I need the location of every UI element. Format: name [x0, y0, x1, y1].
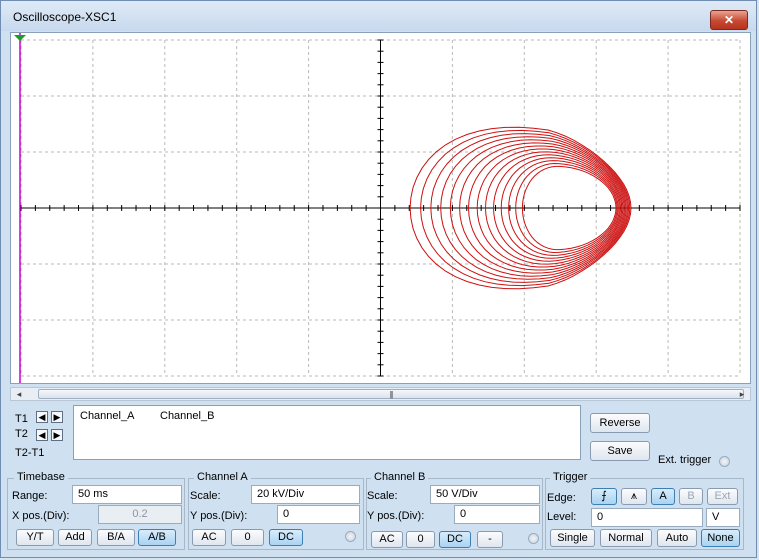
scroll-right-icon[interactable]: ▸: [735, 388, 749, 400]
mode-ba-button[interactable]: B/A: [97, 529, 135, 546]
trigger-none-button[interactable]: None: [701, 529, 740, 547]
scope-plot: [14, 33, 741, 383]
channel-a-ypos-label: Y pos.(Div):: [190, 510, 248, 522]
mode-add-button[interactable]: Add: [58, 529, 92, 546]
mode-yt-button[interactable]: Y/T: [16, 529, 54, 546]
channel-b-ac-button[interactable]: AC: [371, 531, 403, 548]
range-label: Range:: [12, 490, 48, 502]
grip-icon: |||: [389, 390, 393, 399]
cursor-controls: T1 ◀ ▶ T2 ◀ ▶ T2-T1: [10, 403, 70, 463]
scroll-thumb[interactable]: |||: [38, 389, 744, 399]
channel-a-title: Channel A: [194, 471, 251, 483]
level-field[interactable]: 0: [591, 508, 703, 527]
channel-a-ac-button[interactable]: AC: [192, 529, 226, 546]
level-label: Level:: [547, 511, 577, 523]
trigger-auto-button[interactable]: Auto: [657, 529, 697, 547]
horizontal-scrollbar[interactable]: ◂ ||| ▸: [10, 387, 751, 401]
channel-a-scale-label: Scale:: [190, 490, 221, 502]
edge-rising-icon[interactable]: ⨍: [591, 488, 617, 505]
mode-ab-button[interactable]: A/B: [138, 529, 176, 546]
channel-a-radio[interactable]: [345, 531, 356, 542]
cursor-t2-label: T2: [15, 428, 28, 440]
channel-b-dc-button[interactable]: DC: [439, 531, 471, 548]
reverse-button[interactable]: Reverse: [590, 413, 650, 433]
xpos-field[interactable]: 0.2: [98, 505, 182, 524]
trigger-single-button[interactable]: Single: [550, 529, 595, 547]
cursor-t1-label: T1: [15, 413, 28, 425]
channel-a-ypos-field[interactable]: 0: [277, 505, 360, 524]
trigger-normal-button[interactable]: Normal: [600, 529, 652, 547]
channel-b-radio[interactable]: [528, 533, 539, 544]
xpos-label: X pos.(Div):: [12, 510, 70, 522]
save-button[interactable]: Save: [590, 441, 650, 461]
cursor-t2t1-label: T2-T1: [15, 447, 45, 459]
trigger-marker-icon: [14, 35, 26, 41]
trigger-source-a-button[interactable]: A: [651, 488, 675, 505]
timebase-title: Timebase: [14, 471, 68, 483]
scope-display: [10, 32, 751, 384]
channel-a-scale-field[interactable]: 20 kV/Div: [251, 485, 360, 504]
readout-channel-a: Channel_A: [80, 410, 135, 422]
channel-b-ypos-field[interactable]: 0: [454, 505, 540, 524]
scroll-left-icon[interactable]: ◂: [12, 388, 26, 400]
title-bar[interactable]: Oscilloscope-XSC1 ✕: [1, 1, 756, 31]
measurement-readout: Channel_A Channel_B: [73, 405, 581, 460]
channel-b-minus-button[interactable]: -: [477, 531, 503, 548]
range-field[interactable]: 50 ms: [72, 485, 182, 504]
readout-channel-b: Channel_B: [160, 410, 215, 422]
oscilloscope-window: Oscilloscope-XSC1 ✕ ◂ ||| ▸ T1 ◀ ▶ T2 ◀ …: [0, 0, 757, 558]
channel-b-scale-field[interactable]: 50 V/Div: [430, 485, 540, 504]
trigger-source-b-button[interactable]: B: [679, 488, 703, 505]
channel-a-zero-button[interactable]: 0: [231, 529, 264, 546]
edge-label: Edge:: [547, 492, 576, 504]
ext-trigger-radio[interactable]: [719, 456, 730, 467]
window-title: Oscilloscope-XSC1: [13, 10, 117, 24]
channel-b-scale-label: Scale:: [367, 490, 398, 502]
channel-b-ypos-label: Y pos.(Div):: [367, 510, 425, 522]
t1-left-icon[interactable]: ◀: [36, 411, 48, 423]
channel-a-dc-button[interactable]: DC: [269, 529, 303, 546]
level-unit-field[interactable]: V: [706, 508, 740, 527]
t2-right-icon[interactable]: ▶: [51, 429, 63, 441]
close-button[interactable]: ✕: [710, 10, 748, 30]
channel-b-title: Channel B: [371, 471, 429, 483]
edge-falling-icon[interactable]: ⩚: [621, 488, 647, 505]
ext-trigger-label: Ext. trigger: [658, 454, 712, 466]
t1-right-icon[interactable]: ▶: [51, 411, 63, 423]
trigger-title: Trigger: [550, 471, 591, 483]
t2-left-icon[interactable]: ◀: [36, 429, 48, 441]
trigger-source-ext-button[interactable]: Ext: [707, 488, 738, 505]
channel-b-zero-button[interactable]: 0: [406, 531, 435, 548]
